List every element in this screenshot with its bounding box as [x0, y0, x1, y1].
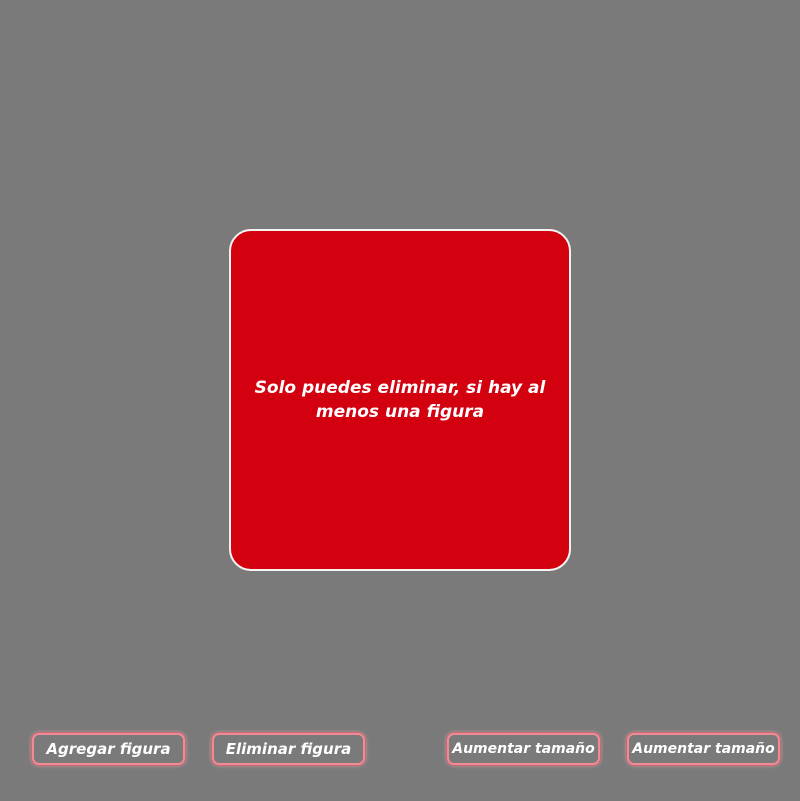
- alert-dialog: Solo puedes eliminar, si hay al menos un…: [229, 229, 571, 571]
- remove-figure-button[interactable]: Eliminar figura: [212, 733, 365, 765]
- alert-message: Solo puedes eliminar, si hay al menos un…: [254, 378, 546, 422]
- add-figure-button[interactable]: Agregar figura: [32, 733, 185, 765]
- increase-size-button-2[interactable]: Aumentar tamaño: [627, 733, 780, 765]
- increase-size-button[interactable]: Aumentar tamaño: [447, 733, 600, 765]
